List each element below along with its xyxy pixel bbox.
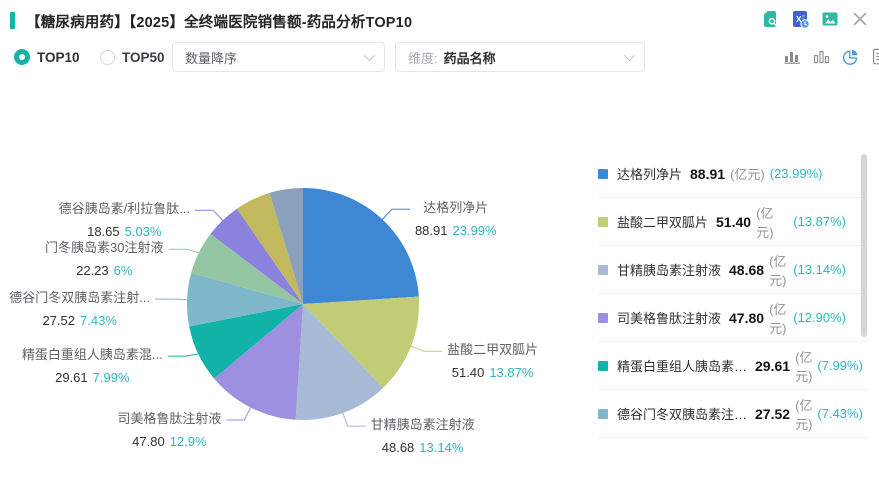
legend-value: 47.80 bbox=[729, 309, 765, 326]
chevron-down-icon bbox=[623, 49, 636, 62]
pie-slice-label: 甘精胰岛素注射液 48.68 13.14% bbox=[371, 415, 475, 458]
legend-unit: (亿元) bbox=[769, 253, 787, 288]
legend-item[interactable]: 盐酸二甲双胍片 51.40 (亿元) (13.87%) bbox=[598, 198, 868, 246]
pie-label-line bbox=[341, 411, 366, 427]
pie-label-value: 47.80 12.9% bbox=[132, 434, 207, 450]
legend-item[interactable]: 甘精胰岛素注射液 48.68 (亿元) (13.14%) bbox=[598, 246, 868, 294]
pie-label-name: 盐酸二甲双胍片 bbox=[447, 342, 539, 358]
legend-name: 达格列净片 bbox=[617, 167, 683, 182]
legend-value: 48.68 bbox=[729, 261, 765, 278]
pie-slice-label: 达格列净片 88.91 23.99% bbox=[415, 198, 497, 241]
legend-color-swatch bbox=[598, 408, 608, 419]
pie-slice-label: 德谷胰岛素/利拉鲁肽... 18.65 5.03% bbox=[59, 199, 190, 242]
pie-label-name: 达格列净片 bbox=[423, 200, 489, 216]
pie-label-value: 22.23 6% bbox=[76, 263, 133, 279]
legend-scrollbar[interactable] bbox=[861, 154, 867, 337]
pie-label-line bbox=[409, 345, 443, 352]
legend-panel: 达格列净片 88.91 (亿元) (23.99%) 盐酸二甲双胍片 51.40 … bbox=[598, 150, 868, 450]
pie-label-line bbox=[226, 406, 252, 421]
pie-label-value: 88.91 23.99% bbox=[414, 223, 497, 239]
legend-value: 88.91 bbox=[690, 165, 726, 182]
legend-item[interactable]: 德谷门冬双胰岛素注… 27.52 (亿元) (7.43%) bbox=[598, 390, 868, 438]
bar-chart-icon[interactable] bbox=[783, 47, 802, 66]
pie-label-value: 29.61 7.99% bbox=[55, 370, 130, 386]
legend-color-swatch bbox=[598, 360, 608, 371]
document-search-icon[interactable] bbox=[760, 9, 780, 29]
legend-percent: (7.99%) bbox=[817, 358, 863, 373]
pie-label-line bbox=[155, 298, 189, 301]
pie-label-line bbox=[168, 248, 201, 254]
pie-slice-label: 德谷门冬双胰岛素注射... 27.52 7.43% bbox=[9, 288, 150, 331]
drug-analysis-panel: 【糖尿病用药】【2025】全终端医院销售额-药品分析TOP10 X TOP10 … bbox=[0, 0, 879, 480]
pie-label-value: 51.40 13.87% bbox=[451, 365, 534, 381]
legend-color-swatch bbox=[598, 168, 608, 179]
pie-chart: 达格列净片 88.91 23.99% 盐酸二甲双胍片 51.40 13.87% 甘精胰岛素注… bbox=[0, 0, 600, 480]
legend-name: 司美格鲁肽注射液 bbox=[617, 311, 722, 326]
legend-percent: (13.14%) bbox=[793, 262, 846, 277]
legend-value: 27.52 bbox=[755, 405, 791, 422]
legend-color-swatch bbox=[598, 264, 608, 275]
pie-slice[interactable] bbox=[303, 188, 419, 304]
legend-percent: (13.87%) bbox=[793, 214, 846, 229]
excel-export-icon[interactable]: X bbox=[790, 9, 810, 29]
legend-name: 德谷门冬双胰岛素注… bbox=[617, 407, 748, 422]
pie-label-line bbox=[381, 208, 410, 221]
legend-percent: (7.43%) bbox=[817, 406, 863, 421]
legend-value: 51.40 bbox=[716, 213, 752, 230]
pie-slice-label: 盐酸二甲双胍片 51.40 13.87% bbox=[447, 340, 538, 383]
pie-label-name: 德谷门冬双胰岛素注射... bbox=[9, 290, 151, 306]
column-chart-icon[interactable] bbox=[812, 47, 831, 66]
pie-label-line bbox=[167, 353, 200, 357]
image-export-icon[interactable] bbox=[820, 9, 840, 29]
legend-percent: (23.99%) bbox=[769, 166, 823, 181]
legend-value: 29.61 bbox=[755, 357, 791, 374]
pie-label-name: 甘精胰岛素注射液 bbox=[370, 417, 475, 433]
pie-label-name: 司美格鲁肽注射液 bbox=[117, 411, 222, 427]
pie-label-value: 18.65 5.03% bbox=[87, 224, 162, 240]
legend-item[interactable]: 精蛋白重组人胰岛素… 29.61 (亿元) (7.99%) bbox=[598, 342, 868, 390]
legend-unit: (亿元) bbox=[756, 205, 774, 240]
legend-name: 精蛋白重组人胰岛素… bbox=[617, 359, 748, 374]
pie-slice-label: 门冬胰岛素30注射液 22.23 6% bbox=[45, 238, 163, 281]
header-actions: X bbox=[760, 9, 870, 29]
pie-slice-label: 精蛋白重组人胰岛素混... 29.61 7.99% bbox=[22, 345, 163, 388]
pie-label-value: 27.52 7.43% bbox=[42, 313, 117, 329]
table-icon[interactable] bbox=[870, 47, 879, 66]
legend-item[interactable]: 达格列净片 88.91 (亿元) (23.99%) bbox=[598, 150, 868, 198]
pie-chart-icon[interactable] bbox=[841, 47, 860, 66]
pie-label-line bbox=[195, 209, 224, 222]
legend-unit: (亿元) bbox=[769, 301, 787, 336]
legend-name: 甘精胰岛素注射液 bbox=[617, 263, 722, 278]
legend-color-swatch bbox=[598, 216, 608, 227]
legend-unit: (亿元) bbox=[730, 167, 765, 182]
chart-type-switcher bbox=[783, 47, 879, 66]
pie-slice-label: 司美格鲁肽注射液 47.80 12.9% bbox=[117, 409, 221, 452]
legend-percent: (12.90%) bbox=[793, 310, 846, 325]
pie-label-name: 精蛋白重组人胰岛素混... bbox=[21, 347, 163, 363]
legend-unit: (亿元) bbox=[795, 397, 813, 432]
legend-name: 盐酸二甲双胍片 bbox=[617, 215, 709, 230]
close-icon[interactable] bbox=[850, 9, 870, 29]
legend-unit: (亿元) bbox=[795, 349, 813, 384]
pie-label-value: 48.68 13.14% bbox=[381, 440, 464, 456]
pie-label-name: 德谷胰岛素/利拉鲁肽... bbox=[58, 201, 191, 217]
legend-color-swatch bbox=[598, 312, 608, 323]
legend-item[interactable]: 司美格鲁肽注射液 47.80 (亿元) (12.90%) bbox=[598, 294, 868, 342]
